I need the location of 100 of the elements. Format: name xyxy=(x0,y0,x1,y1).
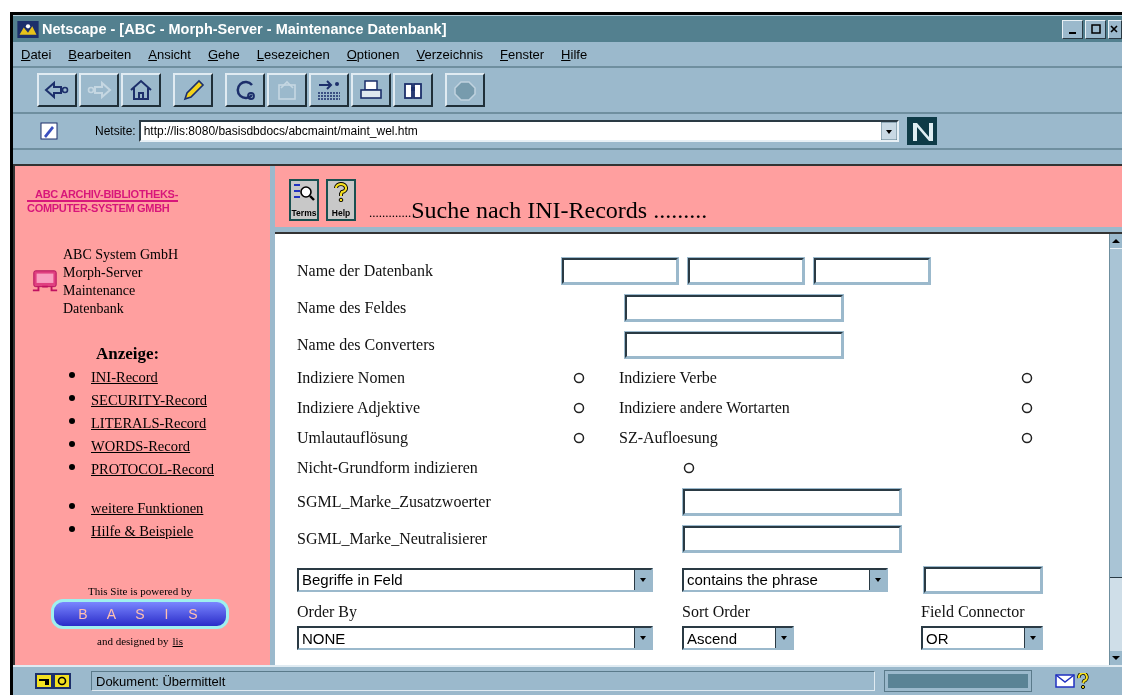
sidebar-link[interactable]: weitere Funktionen xyxy=(91,500,204,517)
designer-link[interactable]: lis xyxy=(172,635,183,647)
magnifier-list-icon xyxy=(291,182,317,202)
intro-text: Datenbank xyxy=(63,300,125,318)
toolbar-button[interactable] xyxy=(309,73,349,107)
minimize-button[interactable] xyxy=(1062,19,1083,39)
dropdown-arrow-icon[interactable] xyxy=(880,122,897,140)
scroll-down-icon[interactable] xyxy=(1110,651,1122,665)
toolbar-button[interactable] xyxy=(121,73,161,107)
company-logo-text: ABC ARCHIV-BIBLIOTHEKS- xyxy=(27,188,179,202)
radio-button[interactable] xyxy=(1021,432,1033,444)
caret-icon xyxy=(634,628,651,648)
scrollbar[interactable] xyxy=(1109,234,1122,665)
scroll-up-icon[interactable] xyxy=(1110,234,1122,248)
sidebar-link[interactable]: LITERALS-Record xyxy=(91,415,207,432)
caret-icon xyxy=(869,569,886,590)
app-icon xyxy=(17,20,39,38)
page-title: Suche nach INI-Records ......... xyxy=(411,197,708,224)
logo-icon xyxy=(906,117,937,145)
window-title: Netscape - [ABC - Morph-Server - Maintenance Datenbank] xyxy=(42,21,447,37)
option-label: Indiziere Nomen xyxy=(297,369,406,387)
input-field[interactable] xyxy=(814,257,930,284)
field-dropdown[interactable]: Begriffe in Feld xyxy=(297,567,653,592)
operator-dropdown[interactable]: contains the phrase xyxy=(682,567,888,592)
menu-item[interactable]: Hilfe xyxy=(561,46,588,62)
dotted-leader: ............. xyxy=(369,205,412,221)
radio-button[interactable] xyxy=(573,372,585,384)
maximize-button[interactable] xyxy=(1085,19,1106,39)
search-term-field[interactable] xyxy=(924,566,1042,593)
input-field[interactable] xyxy=(683,488,901,515)
field-label: Sort Order xyxy=(682,602,751,622)
input-field[interactable] xyxy=(683,525,901,552)
field-label: SGML_Marke_Zusatzwoerter xyxy=(297,492,492,511)
radio-button[interactable] xyxy=(1021,402,1033,414)
location-label: Netsite: xyxy=(95,124,136,138)
company-logo-text: COMPUTER-SYSTEM GMBH xyxy=(27,202,170,214)
toolbar-button[interactable] xyxy=(173,73,213,107)
printer-icon xyxy=(357,78,385,102)
arrow-lines-icon xyxy=(315,78,343,102)
sidebar-link[interactable]: Hilfe & Beispiele xyxy=(91,523,194,540)
option-label: Umlautauflösung xyxy=(297,429,410,447)
header-button[interactable]: Help xyxy=(326,179,356,221)
basis-badge[interactable]: B A S I S xyxy=(51,599,229,629)
field-label: Name des Feldes xyxy=(297,298,408,317)
option-dropdown[interactable]: NONE xyxy=(297,626,653,650)
header-button[interactable]: Terms xyxy=(289,179,319,221)
location-field[interactable]: http://lis:8080/basisdbdocs/abcmaint/maint_wel.htm xyxy=(138,120,899,142)
menu-item[interactable]: Fenster xyxy=(500,46,545,62)
toolbar-button[interactable] xyxy=(225,73,265,107)
option-label: Indiziere Verbe xyxy=(619,369,718,387)
field-label: Field Connector xyxy=(921,602,1026,622)
close-button[interactable] xyxy=(1108,19,1122,39)
intro-text: Morph-Server xyxy=(63,264,144,282)
menu-item[interactable]: Lesezeichen xyxy=(256,46,330,62)
menu-item[interactable]: Verzeichnis xyxy=(416,46,483,62)
sidebar-link[interactable]: INI-Record xyxy=(91,369,158,386)
toolbar-button[interactable] xyxy=(393,73,433,107)
caret-icon xyxy=(1024,628,1041,648)
menu-item[interactable]: Datei xyxy=(21,46,52,62)
input-field[interactable] xyxy=(562,257,678,284)
menu-item[interactable]: Bearbeiten xyxy=(68,46,132,62)
option-label: Indiziere andere Wortarten xyxy=(619,399,791,417)
toolbar-button[interactable] xyxy=(37,73,77,107)
option-dropdown[interactable]: OR xyxy=(921,626,1043,650)
scrollbar-thumb[interactable] xyxy=(1110,248,1122,578)
bookmark-icon[interactable] xyxy=(39,121,59,141)
menu-item[interactable]: Ansicht xyxy=(148,46,191,62)
minimize-icon xyxy=(1069,31,1076,34)
caret-icon xyxy=(634,569,651,590)
stop-icon xyxy=(451,78,479,102)
sidebar-link[interactable]: PROTOCOL-Record xyxy=(91,461,214,478)
designed-by-text: and designed by xyxy=(97,635,169,647)
radio-button[interactable] xyxy=(573,402,585,414)
maximize-icon xyxy=(1090,24,1101,34)
forward-arrow-icon xyxy=(85,78,113,102)
field-label: Name der Datenbank xyxy=(297,261,434,280)
intro-text: ABC System GmbH xyxy=(63,246,179,264)
status-text: Dokument: Übermittelt xyxy=(91,671,875,691)
help-icon[interactable] xyxy=(1077,673,1089,689)
menu-item[interactable]: Optionen xyxy=(346,46,400,62)
mail-icon[interactable] xyxy=(1055,674,1075,688)
input-field[interactable] xyxy=(625,294,843,321)
security-icon[interactable] xyxy=(35,673,71,689)
section-heading: Anzeige: xyxy=(96,344,161,364)
option-label: Nicht-Grundform indizieren xyxy=(297,459,479,477)
sidebar-link[interactable]: WORDS-Record xyxy=(91,438,191,455)
sidebar-link[interactable]: SECURITY-Record xyxy=(91,392,207,409)
toolbar-button[interactable] xyxy=(351,73,391,107)
option-label: Indiziere Adjektive xyxy=(297,399,422,417)
option-label: SZ-Aufloesung xyxy=(619,429,719,447)
back-arrow-icon xyxy=(43,78,71,102)
input-field[interactable] xyxy=(688,257,804,284)
caret-icon xyxy=(775,628,792,648)
option-dropdown[interactable]: Ascend xyxy=(682,626,794,650)
radio-button[interactable] xyxy=(683,462,695,474)
menu-item[interactable]: Gehe xyxy=(207,46,240,62)
radio-button[interactable] xyxy=(1021,372,1033,384)
input-field[interactable] xyxy=(625,331,843,358)
radio-button[interactable] xyxy=(573,432,585,444)
intro-text: Maintenance xyxy=(63,282,137,300)
